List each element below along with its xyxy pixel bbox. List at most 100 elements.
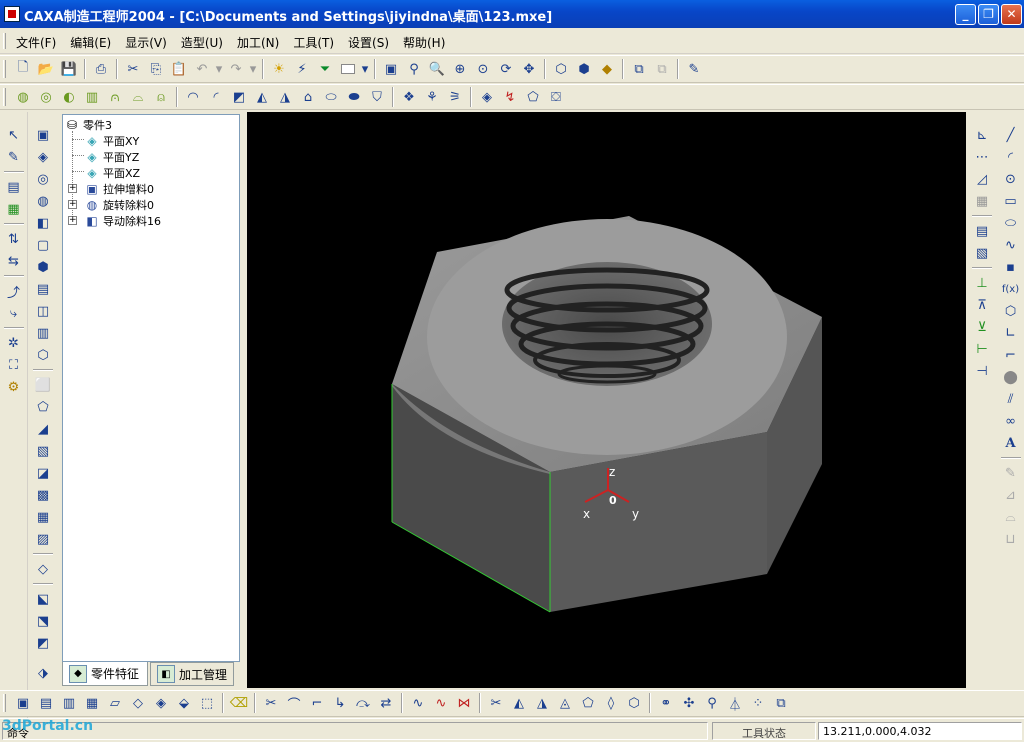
surface-3-icon[interactable]: ◐ (58, 87, 80, 107)
ellipse-icon[interactable]: ⬭ (1000, 212, 1022, 234)
filter-icon[interactable]: ⚡ (291, 58, 313, 80)
surface-8-icon[interactable]: ◠ (182, 87, 204, 107)
command-prompt[interactable]: 命令 (2, 722, 708, 740)
open-file-icon[interactable]: 📂 (35, 58, 57, 80)
funnel-icon[interactable]: ⏷ (314, 58, 336, 80)
btool-15-icon[interactable]: ⇄ (375, 693, 397, 713)
btool-13-icon[interactable]: ↳ (329, 693, 351, 713)
btool-19-icon[interactable]: ✂ (485, 693, 507, 713)
view-frame-icon[interactable]: ▣ (380, 58, 402, 80)
edit-2-icon[interactable]: ⊿ (1000, 484, 1022, 506)
redo-icon[interactable]: ↷ (225, 58, 247, 80)
surface-22-icon[interactable]: ⬠ (522, 87, 544, 107)
btool-27-icon[interactable]: ✣ (678, 693, 700, 713)
btool-30-icon[interactable]: ⁘ (747, 693, 769, 713)
feature-18-icon[interactable]: ▦ (32, 506, 54, 528)
tree-item-extrude[interactable]: ▣ 拉伸增料0 (85, 181, 154, 197)
wireframe-icon[interactable]: ⬡ (550, 58, 572, 80)
btool-31-icon[interactable]: ⧉ (770, 693, 792, 713)
feature-4-icon[interactable]: ◍ (32, 190, 54, 212)
color-swatch-icon[interactable] (337, 58, 359, 80)
pan-icon[interactable]: ✥ (518, 58, 540, 80)
feature-15-icon[interactable]: ▧ (32, 440, 54, 462)
layer-list-icon[interactable]: ▤ (3, 176, 25, 198)
app-icon[interactable] (4, 6, 20, 22)
menu-modeling[interactable]: 造型(U) (179, 34, 225, 51)
curve-edit-2-icon[interactable]: ⤷ (3, 302, 25, 324)
bottom-toolbar-grip[interactable] (3, 694, 6, 712)
rtool-5-icon[interactable]: ▤ (971, 220, 993, 242)
offset-icon[interactable]: ∟ (1000, 322, 1022, 344)
btool-11-icon[interactable]: ⌒ (283, 693, 305, 713)
surface-23-icon[interactable]: ⛋ (545, 87, 567, 107)
tool-library-icon[interactable]: ✎ (683, 58, 705, 80)
feature-12-icon[interactable]: ⬜ (32, 374, 54, 396)
btool-18-icon[interactable]: ⋈ (453, 693, 475, 713)
menubar-grip[interactable] (3, 33, 6, 49)
toolbar-grip-2[interactable] (3, 88, 6, 106)
eraser-icon[interactable]: ⌫ (228, 693, 250, 713)
feature-14-icon[interactable]: ◢ (32, 418, 54, 440)
tree-item-revolve-cut[interactable]: ◍ 旋转除料0 (85, 197, 154, 213)
btool-1-icon[interactable]: ▣ (12, 693, 34, 713)
tree-item-plane-xy[interactable]: ◈ 平面XY (85, 133, 139, 149)
edit-3-icon[interactable]: ⌓ (1000, 506, 1022, 528)
menu-edit[interactable]: 编辑(E) (68, 34, 113, 51)
rtool-4-icon[interactable]: ▦ (971, 190, 993, 212)
restore-button[interactable]: ❐ (978, 4, 999, 25)
rtool-9-icon[interactable]: ⊻ (971, 316, 993, 338)
surface-1-icon[interactable]: ◍ (12, 87, 34, 107)
btool-2-icon[interactable]: ▤ (35, 693, 57, 713)
rtool-1-icon[interactable]: ⊾ (971, 124, 993, 146)
surface-10-icon[interactable]: ◩ (228, 87, 250, 107)
feature-11-icon[interactable]: ⬡ (32, 344, 54, 366)
rectangle-icon[interactable]: ▭ (1000, 190, 1022, 212)
menu-machining[interactable]: 加工(N) (235, 34, 281, 51)
btool-25-icon[interactable]: ⬡ (623, 693, 645, 713)
btool-14-icon[interactable]: ⤼ (352, 693, 374, 713)
edit-4-icon[interactable]: ⊔ (1000, 528, 1022, 550)
btool-6-icon[interactable]: ◇ (127, 693, 149, 713)
surface-21-icon[interactable]: ↯ (499, 87, 521, 107)
menu-tools[interactable]: 工具(T) (291, 34, 336, 51)
btool-4-icon[interactable]: ▦ (81, 693, 103, 713)
feature-7-icon[interactable]: ⬢ (32, 256, 54, 278)
tree-item-sweep-cut[interactable]: ◧ 导动除料16 (85, 213, 161, 229)
cut-icon[interactable]: ✂ (122, 58, 144, 80)
helix-icon[interactable]: ∞ (1000, 410, 1022, 432)
feature-10-icon[interactable]: ▥ (32, 322, 54, 344)
zoom-window-icon[interactable]: ⚲ (403, 58, 425, 80)
feature-1-icon[interactable]: ▣ (32, 124, 54, 146)
zoom-dynamic-icon[interactable]: ⊙ (472, 58, 494, 80)
menu-file[interactable]: 文件(F) (14, 34, 58, 51)
surface-7-icon[interactable]: ⍝ (150, 87, 172, 107)
menu-view[interactable]: 显示(V) (123, 34, 169, 51)
menu-settings[interactable]: 设置(S) (346, 34, 391, 51)
feature-19-icon[interactable]: ▨ (32, 528, 54, 550)
feature-6-icon[interactable]: ▢ (32, 234, 54, 256)
redo-dropdown-icon[interactable]: ▾ (248, 58, 258, 80)
spline-icon[interactable]: ∿ (1000, 234, 1022, 256)
polygon-icon[interactable]: ⬡ (1000, 300, 1022, 322)
circle-icon[interactable]: ⊙ (1000, 168, 1022, 190)
fillet-curve-icon[interactable]: ⌐ (1000, 344, 1022, 366)
surface-17-icon[interactable]: ❖ (398, 87, 420, 107)
btool-29-icon[interactable]: ⏃ (724, 693, 746, 713)
feature-3-icon[interactable]: ◎ (32, 168, 54, 190)
surface-12-icon[interactable]: ◮ (274, 87, 296, 107)
feature-23-icon[interactable]: ◩ (32, 632, 54, 654)
feature-13-icon[interactable]: ⬠ (32, 396, 54, 418)
rtool-2-icon[interactable]: ⋯ (971, 146, 993, 168)
light-icon[interactable]: ☀ (268, 58, 290, 80)
layer-icon[interactable]: ⧉ (628, 58, 650, 80)
new-file-icon[interactable]: 🗋 (12, 58, 34, 80)
transform-icon[interactable]: ⇆ (3, 250, 25, 272)
trim-icon[interactable]: ⇅ (3, 228, 25, 250)
surface-edit-icon[interactable]: ⛶ (3, 354, 25, 376)
btool-22-icon[interactable]: ◬ (554, 693, 576, 713)
zoom-icon[interactable]: 🔍 (426, 58, 448, 80)
btool-12-icon[interactable]: ⌐ (306, 693, 328, 713)
surface-2-icon[interactable]: ◎ (35, 87, 57, 107)
rtool-7-icon[interactable]: ⊥ (971, 272, 993, 294)
rtool-6-icon[interactable]: ▧ (971, 242, 993, 264)
